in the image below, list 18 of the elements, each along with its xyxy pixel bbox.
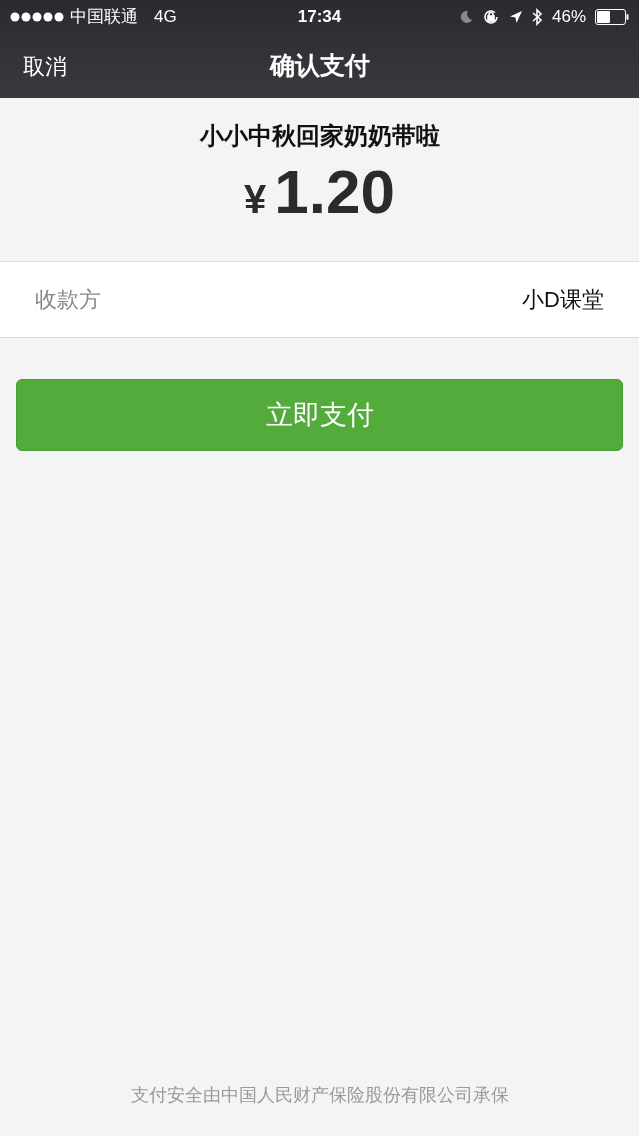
network-type: 4G — [154, 6, 177, 29]
signal-icon — [10, 12, 64, 22]
order-name: 小小中秋回家奶奶带啦 — [199, 121, 440, 151]
clock-time: 17:34 — [296, 6, 343, 29]
location-icon — [508, 10, 523, 24]
cancel-button[interactable]: 取消 — [23, 49, 67, 83]
battery-icon — [595, 9, 629, 25]
bluetooth-icon — [531, 8, 543, 26]
rotation-lock-icon — [481, 8, 500, 26]
battery-percent: 46% — [551, 6, 586, 29]
payee-label: 收款方 — [35, 286, 101, 314]
moon-icon — [458, 10, 473, 24]
footer-note: 支付安全由中国人民财产保险股份有限公司承保 — [130, 1084, 509, 1107]
carrier-name: 中国联通 — [70, 6, 138, 29]
payment-amount: 1.20 — [274, 156, 395, 228]
currency-symbol: ¥ — [244, 176, 267, 223]
payee-name: 小D课堂 — [522, 286, 604, 314]
page-title: 确认支付 — [269, 50, 370, 82]
